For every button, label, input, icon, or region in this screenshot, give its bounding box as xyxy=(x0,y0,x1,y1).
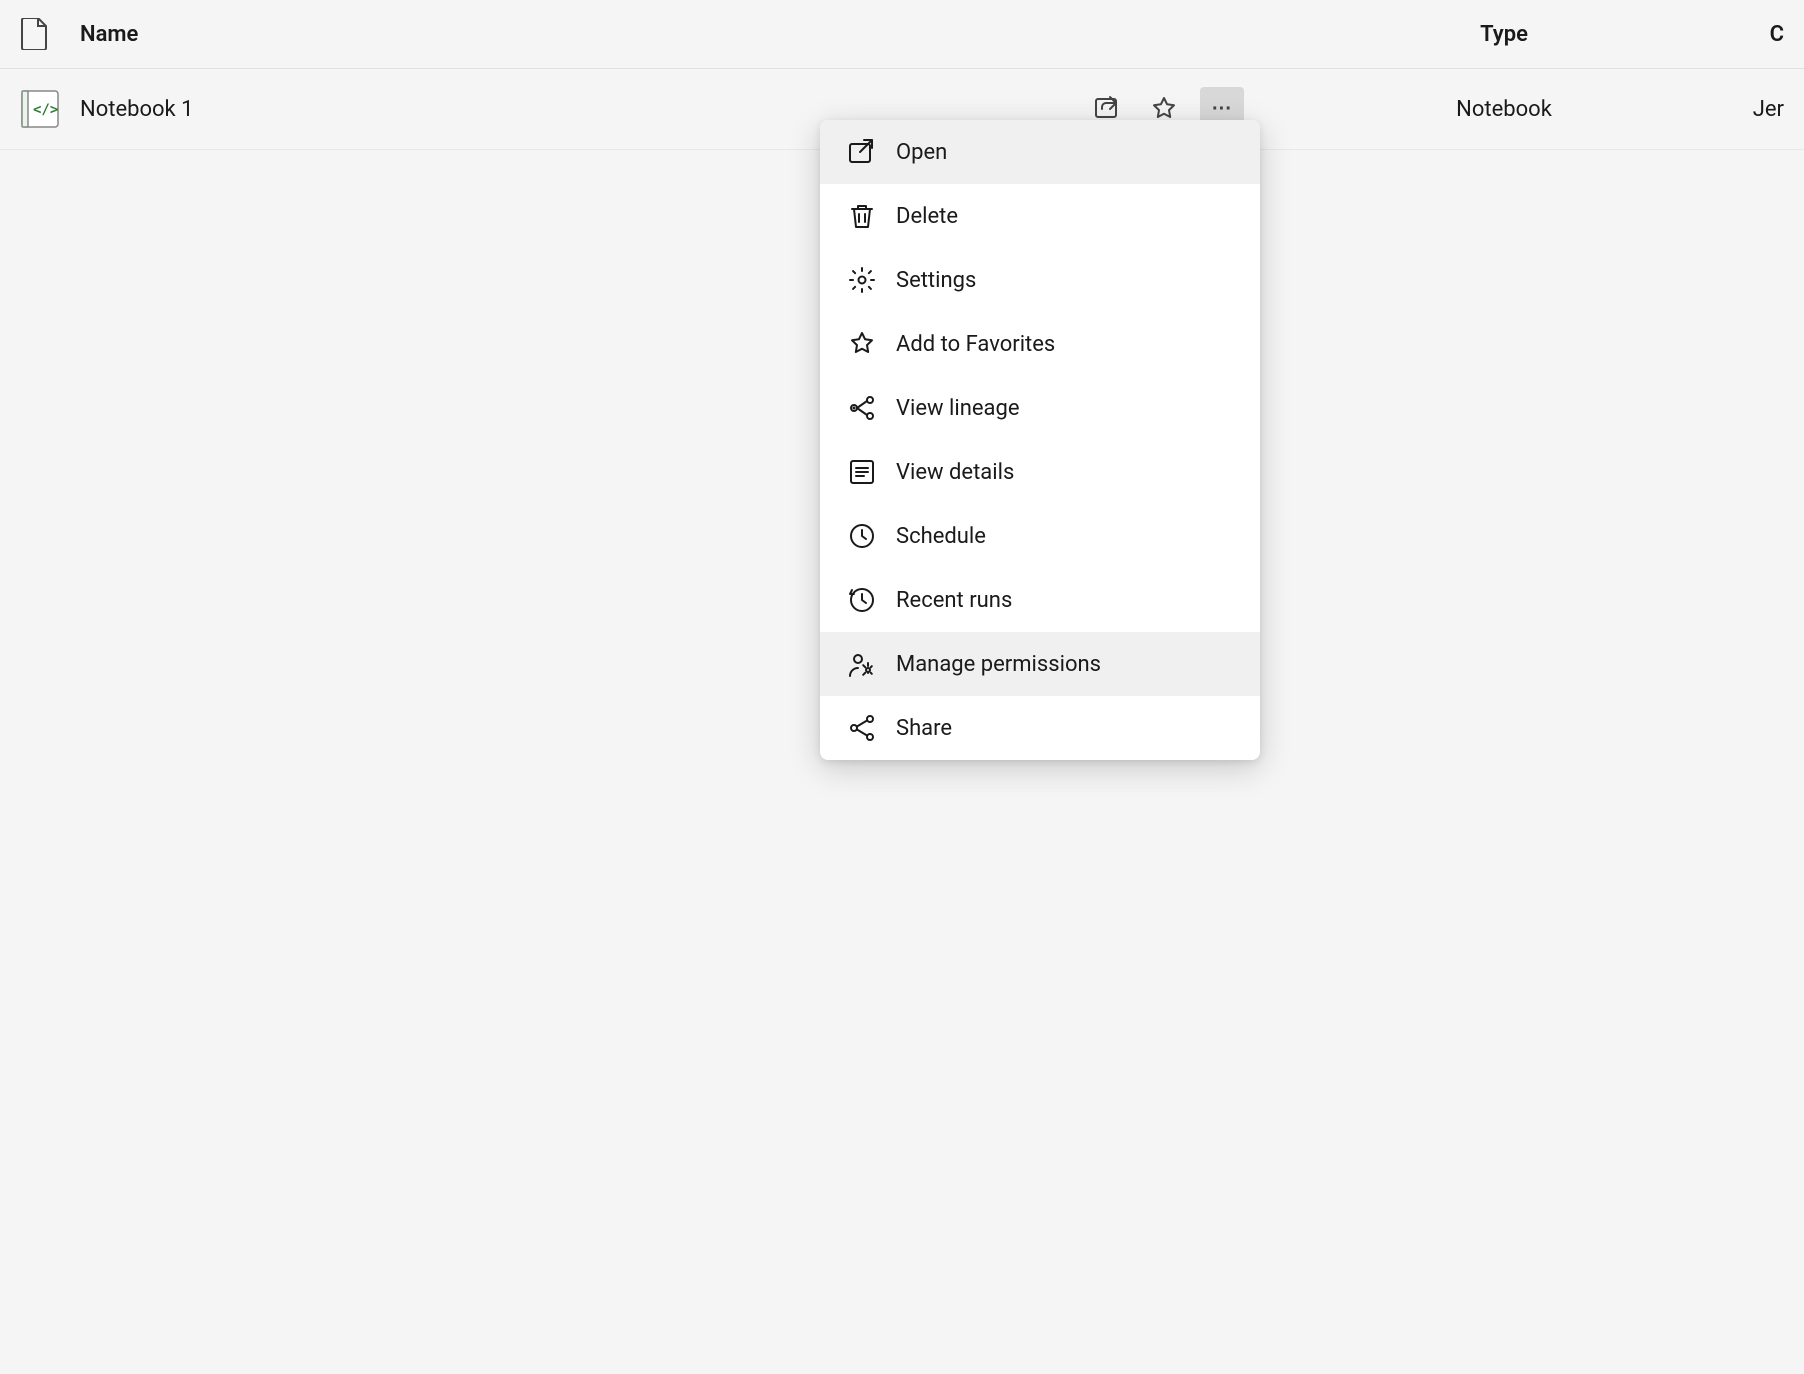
menu-schedule-label: Schedule xyxy=(896,524,986,549)
menu-item-share[interactable]: Share xyxy=(820,696,1260,760)
header-name-label: Name xyxy=(80,22,1304,47)
row-name: Notebook 1 xyxy=(80,97,1088,122)
star-icon xyxy=(848,330,876,358)
notebook-icon: </> xyxy=(20,89,60,129)
menu-lineage-label: View lineage xyxy=(896,396,1020,421)
menu-item-add-to-favorites[interactable]: Add to Favorites xyxy=(820,312,1260,376)
table-header: Name Type C xyxy=(0,0,1804,69)
header-extra-label: C xyxy=(1704,22,1784,47)
menu-share-label: Share xyxy=(896,716,952,741)
menu-item-delete[interactable]: Delete xyxy=(820,184,1260,248)
schedule-icon xyxy=(848,522,876,550)
menu-item-view-lineage[interactable]: View lineage xyxy=(820,376,1260,440)
permissions-icon xyxy=(848,650,876,678)
menu-recent-runs-label: Recent runs xyxy=(896,588,1012,613)
delete-icon xyxy=(848,202,876,230)
details-icon xyxy=(848,458,876,486)
recent-runs-icon xyxy=(848,586,876,614)
settings-icon xyxy=(848,266,876,294)
context-menu: Open Delete Settings Add to Favorites xyxy=(820,120,1260,760)
menu-item-recent-runs[interactable]: Recent runs xyxy=(820,568,1260,632)
menu-item-view-details[interactable]: View details xyxy=(820,440,1260,504)
menu-item-settings[interactable]: Settings xyxy=(820,248,1260,312)
header-icon-col xyxy=(20,18,80,50)
header-type-label: Type xyxy=(1304,22,1704,47)
row-extra: Jer xyxy=(1704,97,1784,122)
menu-item-schedule[interactable]: Schedule xyxy=(820,504,1260,568)
row-icon-col: </> xyxy=(20,89,80,129)
menu-details-label: View details xyxy=(896,460,1014,485)
ellipsis-icon: ··· xyxy=(1212,98,1232,121)
menu-item-manage-permissions[interactable]: Manage permissions xyxy=(820,632,1260,696)
menu-open-label: Open xyxy=(896,140,947,165)
row-type: Notebook xyxy=(1304,97,1704,122)
menu-permissions-label: Manage permissions xyxy=(896,652,1101,677)
lineage-icon xyxy=(848,394,876,422)
menu-settings-label: Settings xyxy=(896,268,976,293)
menu-delete-label: Delete xyxy=(896,204,958,229)
menu-item-open[interactable]: Open xyxy=(820,120,1260,184)
open-icon xyxy=(848,138,876,166)
document-header-icon xyxy=(20,18,48,50)
menu-favorites-label: Add to Favorites xyxy=(896,332,1055,357)
svg-text:</>: </> xyxy=(33,102,58,118)
share-icon xyxy=(848,714,876,742)
